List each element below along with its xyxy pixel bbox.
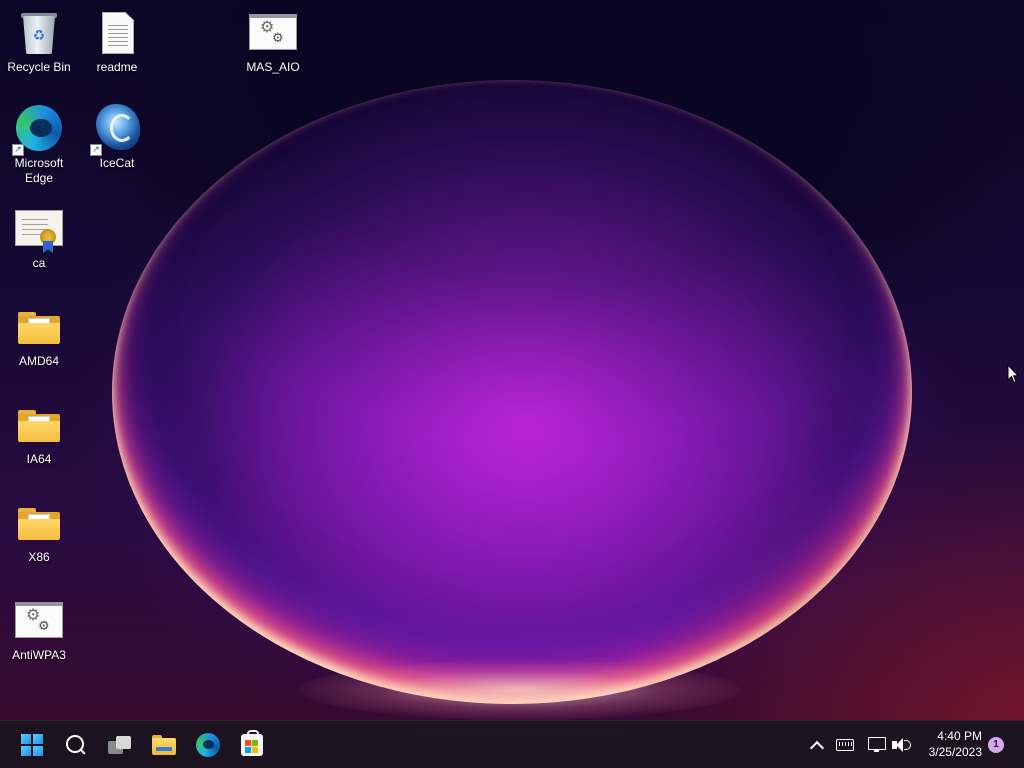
keyboard-icon (836, 739, 854, 751)
touch-keyboard-button[interactable] (835, 733, 855, 757)
desktop-icon-label: IceCat (99, 156, 135, 170)
shortcut-arrow-icon: ↗ (12, 144, 24, 156)
taskbar: 4:40 PM 3/25/2023 1 (0, 720, 1024, 768)
desktop-icon-mas-aio[interactable]: ⚙ ⚙ MAS_AIO (234, 8, 312, 75)
text-document-icon (92, 8, 142, 58)
desktop-icon-label: Recycle Bin (7, 60, 71, 74)
folder-icon (14, 400, 64, 450)
network-button[interactable] (867, 733, 887, 757)
desktop-icon-label: readme (96, 60, 138, 74)
desktop-icon-microsoft-edge[interactable]: ↗ Microsoft Edge (0, 104, 78, 186)
volume-icon (892, 737, 912, 753)
folder-icon (14, 498, 64, 548)
notification-badge[interactable]: 1 (988, 737, 1004, 753)
file-explorer-button[interactable] (147, 729, 181, 761)
task-view-icon (108, 735, 132, 755)
desktop-icon-recycle-bin[interactable]: ♻ Recycle Bin (0, 8, 78, 75)
search-icon (66, 735, 86, 755)
desktop-icon-label: Microsoft Edge (14, 156, 64, 185)
recycle-bin-icon: ♻ (14, 8, 64, 58)
desktop-icon-label: MAS_AIO (246, 60, 300, 74)
network-icon (868, 737, 886, 753)
folder-icon (152, 735, 176, 755)
search-button[interactable] (59, 729, 93, 761)
desktop-icon-label: IA64 (26, 452, 52, 466)
clock-time: 4:40 PM (937, 729, 982, 743)
settings-script-icon: ⚙ ⚙ (248, 8, 298, 58)
show-hidden-icons-button[interactable] (808, 733, 826, 757)
windows-logo-icon (21, 734, 43, 756)
desktop-icon-readme[interactable]: readme (78, 8, 156, 75)
edge-icon: ↗ (12, 104, 64, 156)
edge-taskbar-button[interactable] (191, 729, 225, 761)
desktop-icon-label: AntiWPA3 (12, 648, 66, 662)
desktop-icon-icecat[interactable]: ↗ IceCat (78, 104, 156, 171)
volume-button[interactable] (891, 733, 913, 757)
desktop-icon-label: AMD64 (18, 354, 59, 368)
settings-script-icon: ⚙ ⚙ (14, 596, 64, 646)
edge-icon (196, 733, 220, 757)
wallpaper-corner-glow (644, 420, 1024, 720)
store-icon (241, 730, 263, 756)
start-button[interactable] (15, 729, 49, 761)
store-taskbar-button[interactable] (235, 729, 269, 761)
mouse-cursor-icon (1007, 364, 1019, 384)
desktop-icon-ca[interactable]: ca (0, 204, 78, 271)
folder-icon (14, 302, 64, 352)
icecat-icon: ↗ (90, 104, 142, 156)
desktop-icon-x86[interactable]: X86 (0, 498, 78, 565)
clock-button[interactable]: 4:40 PM 3/25/2023 (929, 728, 982, 760)
clock-date: 3/25/2023 (928, 745, 982, 759)
desktop-icon-amd64[interactable]: AMD64 (0, 302, 78, 369)
desktop-icon-label: ca (32, 256, 46, 270)
desktop-icon-label: X86 (28, 550, 50, 564)
certificate-icon (14, 204, 64, 254)
chevron-up-icon (809, 740, 825, 756)
desktop-icon-ia64[interactable]: IA64 (0, 400, 78, 467)
task-view-button[interactable] (103, 729, 137, 761)
desktop-icon-antiwpa3[interactable]: ⚙ ⚙ AntiWPA3 (0, 596, 78, 663)
shortcut-arrow-icon: ↗ (90, 144, 102, 156)
